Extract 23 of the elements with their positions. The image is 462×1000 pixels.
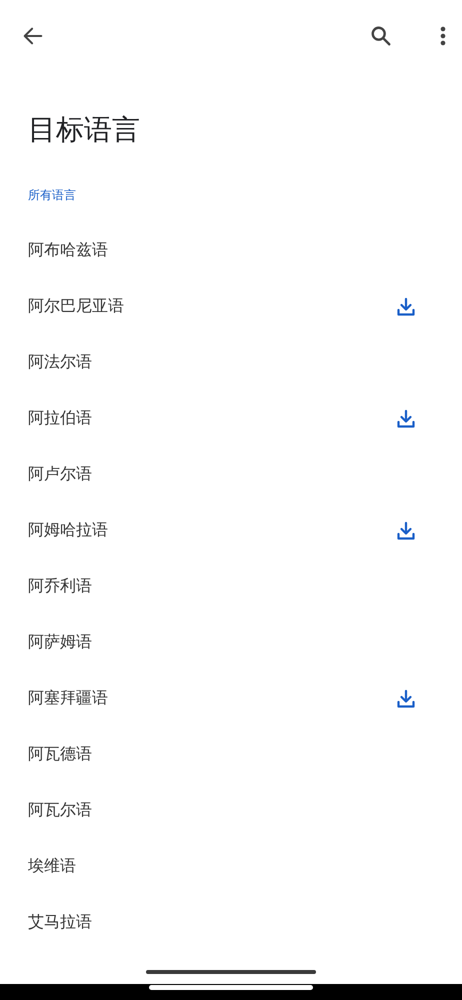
language-item[interactable]: 阿拉伯语 xyxy=(0,391,462,447)
language-item[interactable]: 阿萨姆语 xyxy=(0,615,462,671)
search-icon[interactable] xyxy=(370,25,392,47)
language-item[interactable]: 阿布哈兹语 xyxy=(0,223,462,279)
download-icon[interactable] xyxy=(396,409,416,429)
language-item[interactable]: 阿瓦尔语 xyxy=(0,783,462,839)
language-item[interactable]: 阿卢尔语 xyxy=(0,447,462,503)
download-icon[interactable] xyxy=(396,297,416,317)
page-title: 目标语言 xyxy=(28,113,140,147)
language-item[interactable]: 阿乔利语 xyxy=(0,559,462,615)
language-item[interactable]: 阿塞拜疆语 xyxy=(0,671,462,727)
language-item[interactable]: 艾马拉语 xyxy=(0,895,462,951)
download-icon[interactable] xyxy=(396,689,416,709)
back-arrow-icon[interactable] xyxy=(22,25,44,47)
language-item[interactable]: 埃维语 xyxy=(0,839,462,895)
language-item[interactable]: 阿尔巴尼亚语 xyxy=(0,279,462,335)
download-icon[interactable] xyxy=(396,521,416,541)
section-label: 所有语言 xyxy=(28,187,76,204)
language-item[interactable]: 阿法尔语 xyxy=(0,335,462,391)
language-item[interactable]: 阿姆哈拉语 xyxy=(0,503,462,559)
more-options-icon[interactable] xyxy=(440,26,446,46)
navigation-handle[interactable] xyxy=(149,985,313,990)
language-item[interactable]: 阿瓦德语 xyxy=(0,727,462,783)
